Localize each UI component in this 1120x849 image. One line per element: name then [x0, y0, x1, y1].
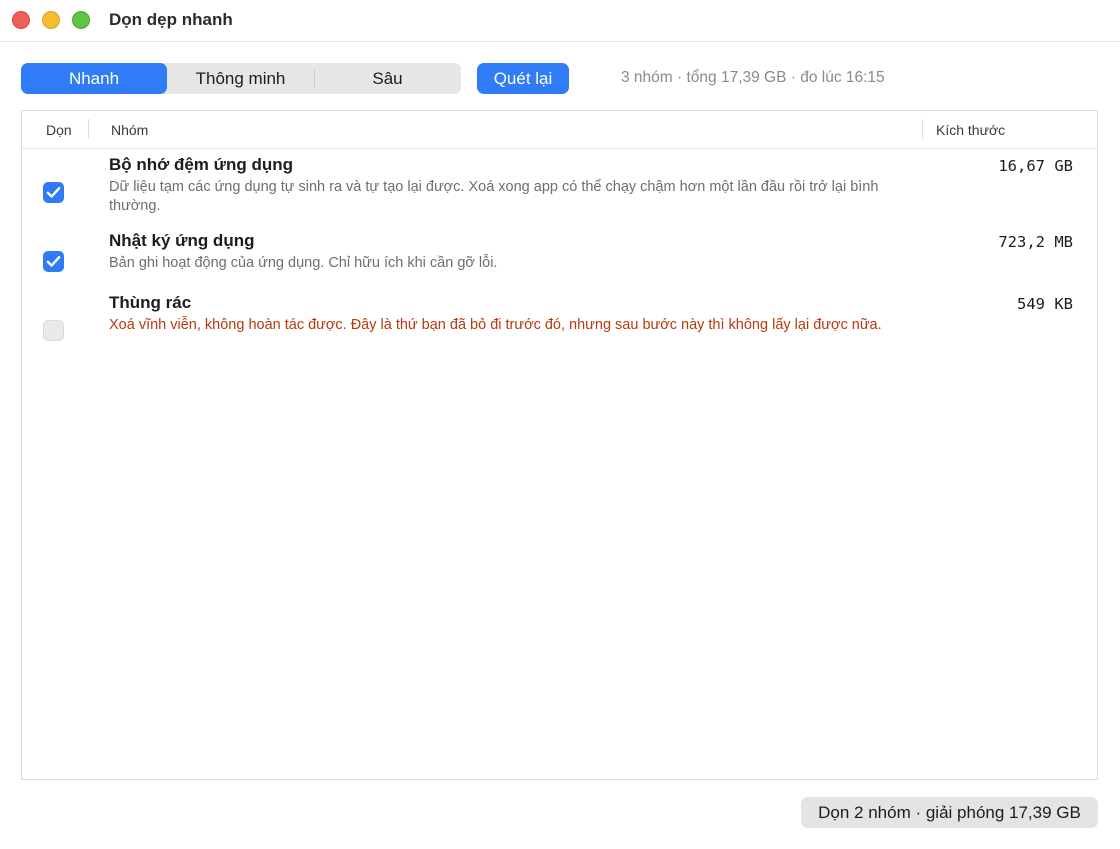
row-size: 16,67 GB — [998, 157, 1073, 175]
rescan-button[interactable]: Quét lại — [477, 63, 569, 94]
row-title: Thùng rác — [109, 293, 192, 312]
row-checkbox[interactable] — [43, 182, 64, 203]
title-bar: Dọn dẹp nhanh — [0, 0, 1120, 42]
column-header-size[interactable]: Kích thước — [936, 122, 1005, 138]
column-header-clean[interactable]: Dọn — [46, 122, 72, 138]
row-title: Nhật ký ứng dụng — [109, 231, 255, 250]
column-header-group[interactable]: Nhóm — [111, 122, 148, 138]
window-title: Dọn dẹp nhanh — [109, 10, 233, 29]
clean-selected-button[interactable]: Dọn 2 nhóm · giải phóng 17,39 GB — [801, 797, 1098, 828]
column-divider — [922, 119, 923, 139]
checkmark-icon — [46, 256, 61, 267]
groups-table: Dọn Nhóm Kích thước Bộ nhớ đệm ứng dụng … — [21, 110, 1098, 780]
zoom-window-button[interactable] — [72, 11, 90, 29]
close-window-button[interactable] — [12, 11, 30, 29]
minimize-window-button[interactable] — [42, 11, 60, 29]
table-header: Dọn Nhóm Kích thước — [22, 111, 1097, 149]
mode-quick-tab[interactable]: Nhanh — [21, 63, 167, 94]
row-size: 549 KB — [1017, 295, 1073, 313]
row-description: Dữ liệu tạm các ứng dụng tự sinh ra và t… — [109, 179, 879, 214]
table-row: Thùng rác Xoá vĩnh viễn, không hoàn tác … — [22, 290, 1097, 356]
mode-deep-tab[interactable]: Sâu — [314, 63, 461, 94]
row-warning-description: Xoá vĩnh viễn, không hoàn tác được. Đây … — [109, 317, 882, 333]
table-row: Nhật ký ứng dụng Bản ghi hoạt động của ứ… — [22, 228, 1097, 278]
row-size: 723,2 MB — [998, 233, 1073, 251]
row-checkbox[interactable] — [43, 320, 64, 341]
mode-smart-tab[interactable]: Thông minh — [167, 63, 314, 94]
row-title: Bộ nhớ đệm ứng dụng — [109, 155, 293, 174]
column-divider — [88, 119, 89, 139]
scan-summary: 3 nhóm · tổng 17,39 GB · đo lúc 16:15 — [621, 69, 885, 86]
checkmark-icon — [46, 187, 61, 198]
row-description: Bản ghi hoạt động của ứng dụng. Chỉ hữu … — [109, 255, 498, 271]
row-checkbox[interactable] — [43, 251, 64, 272]
table-row: Bộ nhớ đệm ứng dụng Dữ liệu tạm các ứng … — [22, 152, 1097, 218]
mode-segmented-control: Nhanh Thông minh Sâu — [21, 63, 461, 94]
